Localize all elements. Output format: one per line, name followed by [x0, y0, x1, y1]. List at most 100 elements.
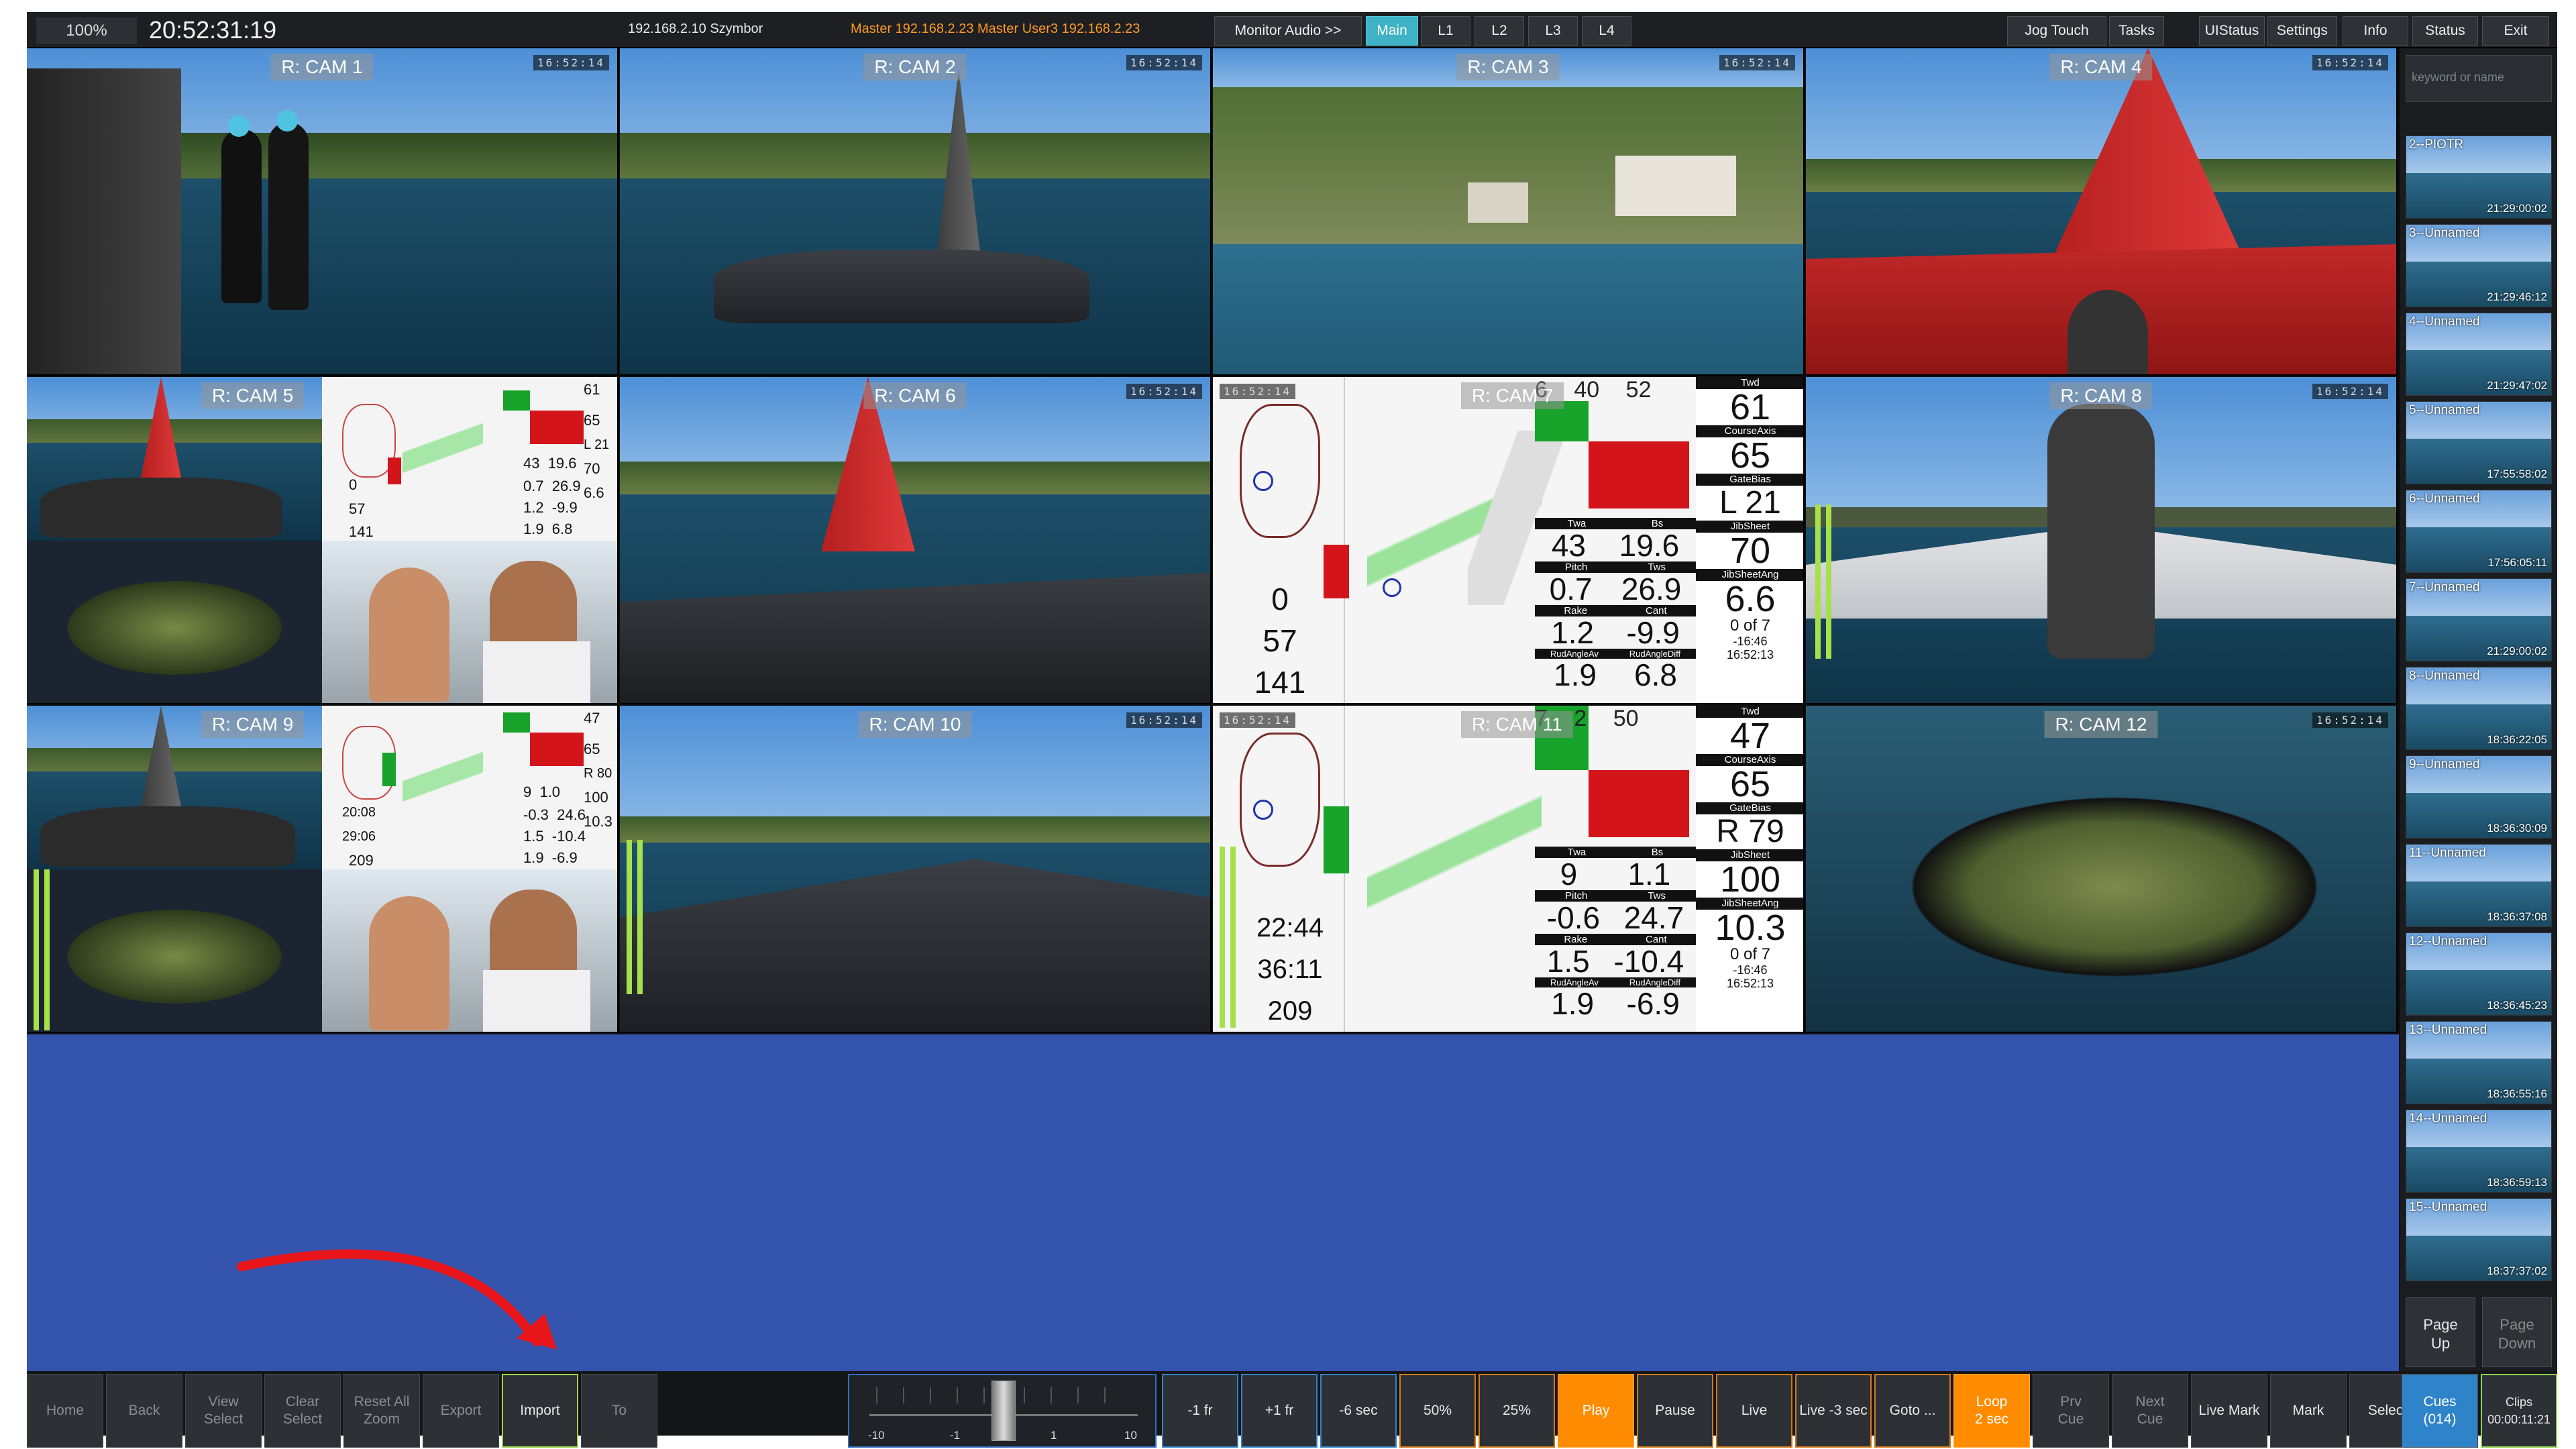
clip-thumbnail[interactable]: 8--Unnamed 18:36:22:05	[2406, 667, 2552, 750]
import-button[interactable]: Import	[502, 1374, 578, 1448]
clip-name: 4--Unnamed	[2409, 315, 2480, 329]
master-info: Master 192.168.2.23 Master User3 192.168…	[851, 21, 1140, 36]
minus-1-frame-button[interactable]: -1 fr	[1162, 1374, 1238, 1448]
speed-25-button[interactable]: 25%	[1479, 1374, 1555, 1448]
clip-thumbnail[interactable]: 14--Unnamed 18:36:59:13	[2406, 1110, 2552, 1193]
camera-tile-11[interactable]: 7 2 50 Twd 47 CourseAxis 65 GateBias R 7…	[1213, 706, 1805, 1033]
camera-timecode: 16:52:14	[1126, 712, 1202, 728]
live-mark-button[interactable]: Live Mark	[2191, 1374, 2267, 1448]
jog-shuttle-slider[interactable]: -10 -1 1 10	[848, 1374, 1157, 1448]
tele-course-value: 65	[1729, 764, 1771, 804]
camera-tile-2[interactable]: R: CAM 2 16:52:14	[620, 48, 1212, 376]
clip-timecode: 21:29:00:02	[2487, 202, 2547, 215]
clip-name: 7--Unnamed	[2409, 580, 2480, 594]
clip-thumbnail[interactable]: 3--Unnamed 21:29:46:12	[2406, 224, 2552, 307]
tele-delta: -16:46	[1733, 635, 1768, 648]
camera-tile-1[interactable]: R: CAM 1 16:52:14	[27, 48, 619, 376]
clips-button[interactable]: Clips 00:00:11:21	[2481, 1374, 2557, 1448]
camera-tile-9[interactable]: 47 65 R 80 9 1.0 -0.3 24.6 1.5 -10.4 1.9…	[27, 706, 619, 1033]
plus-1-frame-button[interactable]: +1 fr	[1241, 1374, 1318, 1448]
tele-left-1: 22:44	[1256, 913, 1324, 943]
page-down-button[interactable]: Page Down	[2482, 1297, 2552, 1367]
pause-button[interactable]: Pause	[1637, 1374, 1713, 1448]
tele-gatebias-label: GateBias	[1696, 474, 1803, 486]
camera-tile-10[interactable]: R: CAM 10 16:52:14	[620, 706, 1212, 1033]
tab-l4[interactable]: L4	[1582, 16, 1631, 46]
camera-tile-3[interactable]: R: CAM 3 16:52:14	[1213, 48, 1805, 376]
clip-thumbnail[interactable]: 9--Unnamed 18:36:30:09	[2406, 755, 2552, 839]
uistatus-button[interactable]: UIStatus	[2199, 16, 2265, 46]
to-button[interactable]: To	[581, 1374, 657, 1448]
tele-zero-of: 0 of 7	[1729, 945, 1771, 963]
clip-name: 13--Unnamed	[2409, 1023, 2487, 1037]
clip-name: 15--Unnamed	[2409, 1200, 2487, 1214]
tele-left-2: 36:11	[1257, 955, 1323, 984]
tele-rudav: 1.9	[1554, 657, 1597, 692]
jog-thumb[interactable]	[991, 1381, 1016, 1441]
clip-thumbnail[interactable]: 7--Unnamed 21:29:00:02	[2406, 578, 2552, 661]
loop-2-sec-button[interactable]: Loop 2 sec	[1953, 1374, 2030, 1448]
export-button[interactable]: Export	[423, 1374, 499, 1448]
camera-tile-5[interactable]: 61 65 L 21 43 19.6 0.7 26.9 1.2 -9.9 1.9…	[27, 377, 619, 704]
view-select-button[interactable]: View Select	[185, 1374, 262, 1448]
tele-course-value: 65	[1729, 435, 1771, 476]
tele-top-3: 52	[1625, 377, 1652, 402]
live-minus-3-sec-button[interactable]: Live -3 sec	[1795, 1374, 1872, 1448]
info-button[interactable]: Info	[2343, 16, 2408, 46]
clip-thumbnail[interactable]: 2--PIOTR 21:29:00:02	[2406, 136, 2552, 219]
home-button[interactable]: Home	[27, 1374, 103, 1448]
replay-app-window: 100% 20:52:31:19 192.168.2.10 Szymbor Ma…	[27, 12, 2557, 1448]
live-button[interactable]: Live	[1716, 1374, 1792, 1448]
clip-timecode: 18:36:37:08	[2487, 910, 2547, 923]
tab-l2[interactable]: L2	[1474, 16, 1524, 46]
cues-button[interactable]: Cues (014)	[2402, 1374, 2478, 1448]
speed-50-button[interactable]: 50%	[1399, 1374, 1476, 1448]
camera-tile-12[interactable]: R: CAM 12 16:52:14	[1806, 706, 2398, 1033]
clip-timecode: 21:29:47:02	[2487, 379, 2547, 392]
tele-delta: -16:46	[1733, 963, 1768, 977]
clip-timecode: 18:36:45:23	[2487, 999, 2547, 1012]
clip-thumbnail[interactable]: 12--Unnamed 18:36:45:23	[2406, 932, 2552, 1016]
page-up-button[interactable]: Page Up	[2406, 1297, 2475, 1367]
monitor-audio-button[interactable]: Monitor Audio >>	[1214, 16, 1362, 46]
tele-clock: 16:52:13	[1726, 977, 1774, 990]
exit-button[interactable]: Exit	[2482, 16, 2549, 46]
jog-touch-button[interactable]: Jog Touch	[2007, 16, 2106, 46]
camera-tile-4[interactable]: R: CAM 4 16:52:14	[1806, 48, 2398, 376]
clip-thumbnail[interactable]: 13--Unnamed 18:36:55:16	[2406, 1021, 2552, 1104]
camera-label: R: CAM 9	[201, 711, 305, 738]
back-button[interactable]: Back	[106, 1374, 182, 1448]
tab-main[interactable]: Main	[1366, 16, 1418, 46]
tasks-button[interactable]: Tasks	[2109, 16, 2164, 46]
camera-timecode: 16:52:14	[1220, 384, 1296, 399]
tab-l3[interactable]: L3	[1528, 16, 1578, 46]
zoom-indicator[interactable]: 100%	[36, 17, 137, 44]
play-button[interactable]: Play	[1558, 1374, 1634, 1448]
clip-thumbnail[interactable]: 15--Unnamed 18:37:37:02	[2406, 1198, 2552, 1281]
clip-thumbnail[interactable]: 11--Unnamed 18:36:37:08	[2406, 844, 2552, 927]
clip-timecode: 21:29:00:02	[2487, 645, 2547, 657]
tab-l1[interactable]: L1	[1421, 16, 1470, 46]
settings-button[interactable]: Settings	[2267, 16, 2337, 46]
camera-tile-8[interactable]: R: CAM 8 16:52:14	[1806, 377, 2398, 704]
tele-top-3: 50	[1613, 706, 1639, 731]
mark-button[interactable]: Mark	[2270, 1374, 2347, 1448]
clear-select-button[interactable]: Clear Select	[264, 1374, 341, 1448]
camera-label: R: CAM 5	[201, 382, 305, 409]
clip-thumbnail[interactable]: 5--Unnamed 17:55:58:02	[2406, 401, 2552, 484]
camera-label: R: CAM 11	[1461, 711, 1573, 738]
status-button[interactable]: Status	[2412, 16, 2478, 46]
camera-label: R: CAM 12	[2044, 711, 2158, 738]
minus-6-sec-button[interactable]: -6 sec	[1320, 1374, 1397, 1448]
tele-twa: 9	[1560, 857, 1578, 892]
goto-button[interactable]: Goto ...	[1874, 1374, 1951, 1448]
next-cue-button[interactable]: Next Cue	[2112, 1374, 2188, 1448]
camera-tile-6[interactable]: R: CAM 6 16:52:14	[620, 377, 1212, 704]
clip-thumbnail[interactable]: 4--Unnamed 21:29:47:02	[2406, 313, 2552, 396]
reset-all-zoom-button[interactable]: Reset All Zoom	[343, 1374, 420, 1448]
empty-viewer-area[interactable]	[27, 1034, 2399, 1371]
previous-cue-button[interactable]: Prv Cue	[2033, 1374, 2109, 1448]
clip-thumbnail[interactable]: 6--Unnamed 17:56:05:11	[2406, 490, 2552, 573]
camera-tile-7[interactable]: 6 40 52 Twd 61 CourseAxis 65 GateBias L …	[1213, 377, 1805, 704]
search-input[interactable]: keyword or name	[2406, 55, 2552, 102]
